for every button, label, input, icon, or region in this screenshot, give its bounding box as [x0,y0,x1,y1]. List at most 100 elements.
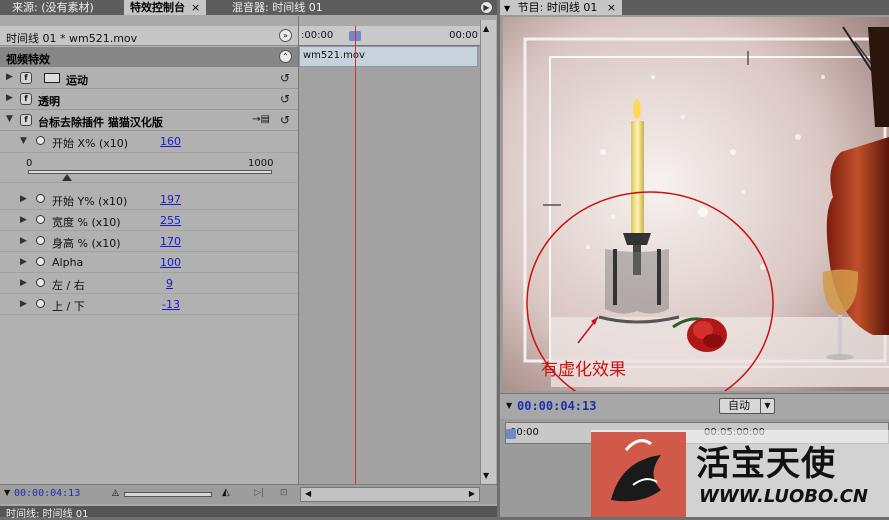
fx-toggle-icon[interactable]: f [20,93,32,105]
fx-toggle-icon[interactable]: f [20,114,32,126]
effect-settings-icon[interactable]: →▤ [252,114,270,125]
zoom-select-value: 自动 [728,399,750,412]
sequence-label: 时间线 01 * wm521.mov [6,32,138,45]
expand-triangle-icon[interactable]: ▶ [20,215,27,225]
keyframe-toggle-icon[interactable] [36,299,45,308]
tab-program[interactable]: ▼ 节目: 时间线 01 × [500,0,623,15]
keyframe-toggle-icon[interactable] [36,136,45,145]
effect-row-opacity[interactable]: ▶ f 透明 ↺ [0,89,298,110]
video-effects-header[interactable]: 视频特效 ⌃ [0,47,298,67]
param-row-width: ▶ 宽度 % (x10) 255 [0,210,298,231]
program-timecode[interactable]: 00:00:04:13 [517,399,596,413]
keyframe-toggle-icon[interactable] [36,215,45,224]
tab-mixer-label: 混音器: 时间线 01 [232,1,323,14]
play-only-audio-icon[interactable]: ▷| [254,488,264,498]
reset-icon[interactable]: ↺ [280,71,290,85]
zoom-slider[interactable] [124,492,212,497]
show-timeline-icon[interactable]: » [279,29,292,42]
effect-row-motion[interactable]: ▶ f 运动 ↺ [0,68,298,89]
effect-label-opacity: 透明 [38,95,60,108]
keyframe-toggle-icon[interactable] [36,236,45,245]
param-value[interactable]: -13 [162,298,180,311]
tab-effect-controls-label: 特效控制台 [130,1,185,14]
zoom-select[interactable]: 自动 ▼ [719,398,775,414]
chevron-down-icon[interactable]: ▼ [760,399,774,413]
param-row-up-down: ▶ 上 / 下 -13 [0,294,298,315]
timecode-triangle-icon: ▼ [4,488,11,497]
param-label: 宽度 % (x10) [52,216,121,229]
param-value[interactable]: 170 [160,235,181,248]
collapse-icon[interactable]: ⌃ [279,50,292,63]
param-row-start-x: ▼ 开始 X% (x10) 160 [0,131,298,153]
expand-triangle-icon[interactable]: ▶ [20,278,27,288]
expand-triangle-icon[interactable]: ▶ [20,257,27,267]
reset-icon[interactable]: ↺ [280,92,290,106]
keyframe-toggle-icon[interactable] [36,278,45,287]
close-icon[interactable]: × [607,1,616,14]
expand-triangle-icon[interactable]: ▶ [20,194,27,204]
tab-effect-controls[interactable]: 特效控制台 × [124,0,207,15]
effect-timeline: :00:00 00:00 wm521.mov [299,26,480,484]
vertical-scrollbar[interactable]: ▲ ▼ [480,20,496,484]
playhead-line [355,26,356,484]
program-viewer[interactable]: 有虚化效果 [503,17,889,391]
close-icon[interactable]: × [191,1,200,14]
expand-triangle-icon[interactable]: ▶ [20,236,27,246]
timeline-clip[interactable]: wm521.mov [299,46,478,67]
fx-toggle-icon[interactable]: f [20,72,32,84]
expand-triangle-icon[interactable]: ▶ [6,72,13,82]
expand-triangle-icon[interactable]: ▶ [20,299,27,309]
param-row-start-y: ▶ 开始 Y% (x10) 197 [0,189,298,210]
reset-icon[interactable]: ↺ [280,113,290,127]
panel-dropdown-icon[interactable]: ▼ [504,4,510,13]
effect-controls-footer: ▼ 00:00:04:13 ◬ ◭ ▷| ⊡ ◀ ▶ [0,484,497,504]
timeline-ruler[interactable]: :00:00 00:00 [299,26,480,46]
param-row-height: ▶ 身高 % (x10) 170 [0,231,298,252]
slider-max: 1000 [248,158,274,169]
zoom-in-icon[interactable]: ◭ [222,487,230,498]
slider-thumb[interactable] [62,174,73,181]
scroll-left-icon[interactable]: ◀ [305,489,311,498]
param-value[interactable]: 255 [160,214,181,227]
left-tab-bar: 来源: (没有素材) 特效控制台 × 混音器: 时间线 01 ▶ [0,0,497,15]
effect-controls-panel: 来源: (没有素材) 特效控制台 × 混音器: 时间线 01 ▶ 时间线 01 *… [0,0,497,520]
expand-triangle-icon[interactable]: ▶ [6,93,13,103]
slider-min: 0 [26,158,33,169]
tab-mixer[interactable]: 混音器: 时间线 01 [226,0,329,15]
param-label: 开始 X% (x10) [52,137,129,150]
param-value[interactable]: 197 [160,193,181,206]
scroll-right-icon[interactable]: ▶ [469,489,475,498]
right-tab-bar: ▼ 节目: 时间线 01 × [500,0,889,15]
horizontal-scrollbar[interactable]: ◀ ▶ [300,487,480,502]
effect-label-motion: 运动 [66,74,88,87]
toggle-audio-icon[interactable]: ⊡ [280,488,288,498]
param-value[interactable]: 9 [166,277,173,290]
keyframe-toggle-icon[interactable] [36,194,45,203]
keyframe-toggle-icon[interactable] [36,257,45,266]
expand-triangle-icon[interactable]: ▼ [6,114,13,124]
motion-icon [44,73,60,83]
video-effects-title: 视频特效 [6,53,50,66]
scroll-down-icon[interactable]: ▼ [483,471,489,480]
effect-row-logo-remover[interactable]: ▼ f 台标去除插件 猫猫汉化版 →▤ ↺ [0,110,298,131]
tab-source[interactable]: 来源: (没有素材) [6,0,100,15]
param-value[interactable]: 160 [160,135,181,148]
footer-timecode[interactable]: 00:00:04:13 [14,488,80,499]
ruler-start: :00:00 [301,30,334,41]
playhead-icon[interactable] [506,429,516,439]
start-x-slider: 0 1000 [0,153,298,183]
tab-program-label: 节目: 时间线 01 [517,1,598,14]
scroll-up-icon[interactable]: ▲ [483,24,489,33]
param-label: 开始 Y% (x10) [52,195,128,208]
watermark-url: WWW.LUOBO.CN [699,486,868,507]
zoom-out-icon[interactable]: ◬ [112,488,119,498]
effect-properties: 时间线 01 * wm521.mov » 视频特效 ⌃ ▶ f 运动 ↺ ▶ f… [0,26,298,484]
program-timecode-bar: ▼ 00:00:04:13 自动 ▼ [500,393,889,419]
expand-triangle-icon[interactable]: ▼ [20,136,27,146]
panel-menu-icon[interactable]: ▶ [480,1,493,14]
sequence-clip-row: 时间线 01 * wm521.mov » [0,26,298,46]
program-monitor: ▼ 节目: 时间线 01 × 有虚化效果 ▼ 00:00:04:13 自动 ▼ … [500,0,889,517]
tab-timeline[interactable]: 时间线: 时间线 01 [6,505,88,520]
timeline-tab-bar: 时间线: 时间线 01 [0,505,497,520]
param-value[interactable]: 100 [160,256,181,269]
